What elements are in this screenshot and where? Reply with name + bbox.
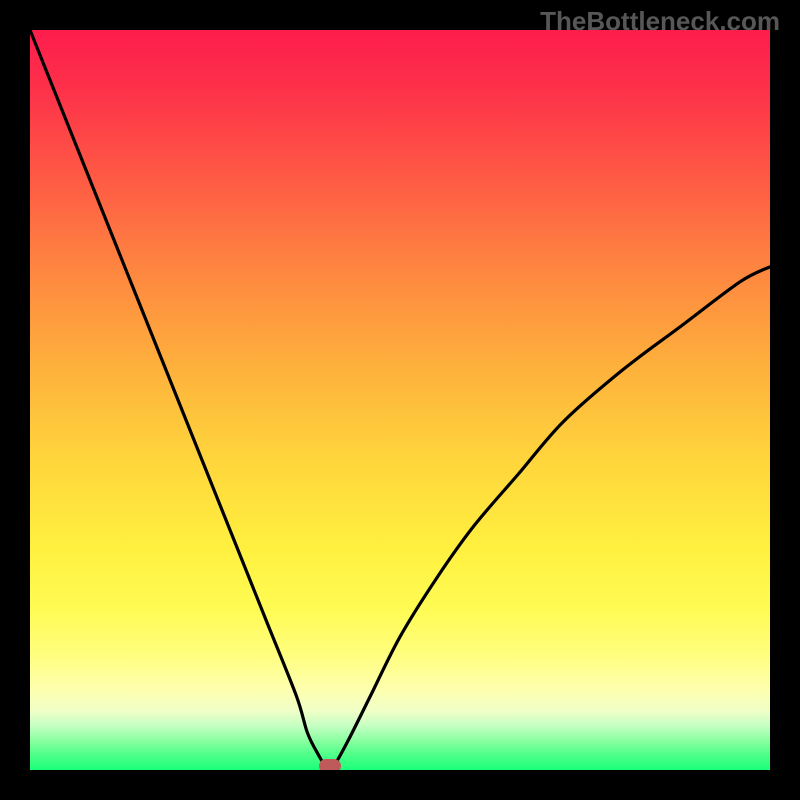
plot-area (30, 30, 770, 770)
bottleneck-curve (30, 30, 770, 770)
optimal-point-marker (319, 759, 341, 770)
chart-frame: TheBottleneck.com (0, 0, 800, 800)
watermark-text: TheBottleneck.com (540, 6, 780, 37)
